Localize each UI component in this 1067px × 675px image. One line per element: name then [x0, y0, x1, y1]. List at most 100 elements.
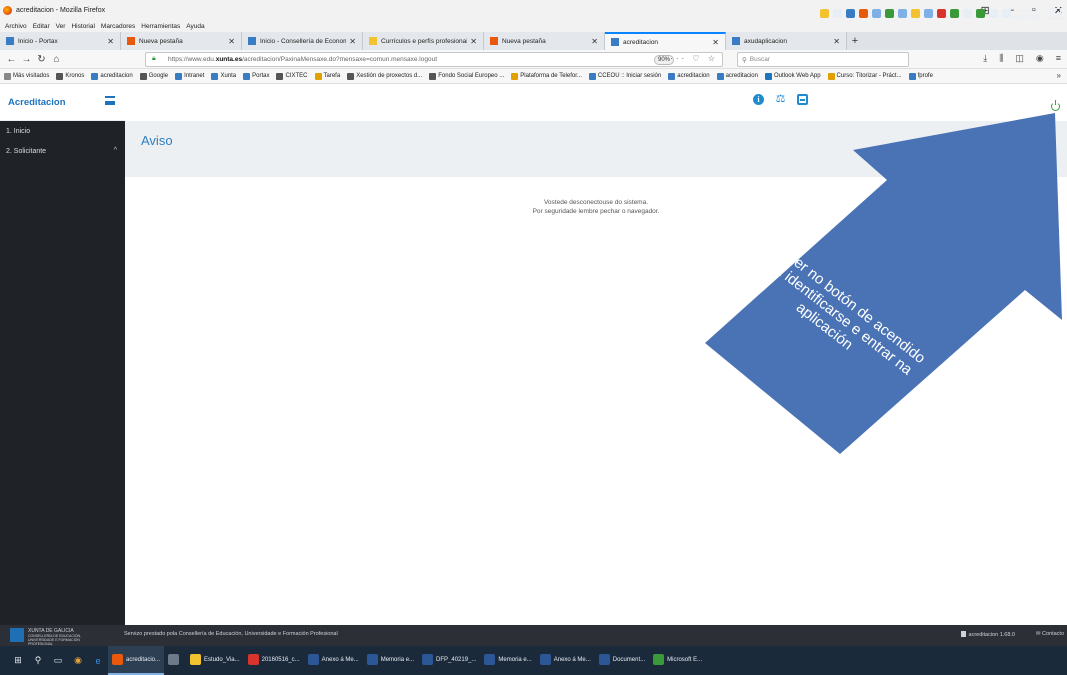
bookmark-item[interactable]: Curso: Titorizar - Práct...	[827, 72, 902, 80]
bookmark-item[interactable]: Google	[139, 72, 168, 80]
taskbar-app[interactable]: Estudo_Via...	[186, 646, 244, 675]
hamburger-menu-icon[interactable]	[105, 96, 115, 105]
windows-start-icon[interactable]: ⊞	[8, 646, 28, 675]
tab-axudaplicacion[interactable]: axudaplicacion ✕	[726, 32, 847, 50]
tray-icon[interactable]	[833, 9, 842, 18]
inbox-icon[interactable]	[797, 94, 808, 105]
taskbar-app[interactable]: Microsoft E...	[649, 646, 706, 675]
tab-close-icon[interactable]: ✕	[228, 37, 235, 46]
tray-icon[interactable]	[963, 9, 972, 18]
menu-icon[interactable]: ≡	[1056, 53, 1061, 64]
menu-herramientas[interactable]: Herramientas	[141, 23, 180, 30]
tab-nueva-pestana[interactable]: Nueva pestaña ✕	[121, 32, 242, 50]
edge-icon[interactable]: e	[88, 646, 108, 675]
bookmark-item[interactable]: Intranet	[175, 72, 204, 80]
menu-historial[interactable]: Historial	[71, 23, 94, 30]
menu-ver[interactable]: Ver	[56, 23, 66, 30]
tray-icon[interactable]	[885, 9, 894, 18]
tab-close-icon[interactable]: ✕	[833, 37, 840, 46]
info-icon[interactable]: i	[753, 94, 764, 105]
tray-icon[interactable]	[820, 9, 829, 18]
tray-icon[interactable]	[989, 9, 998, 18]
tab-close-icon[interactable]: ✕	[591, 37, 598, 46]
taskbar-app[interactable]: Memoria e...	[480, 646, 535, 675]
sidebar-icon[interactable]: ◫	[1015, 53, 1024, 64]
tab-close-icon[interactable]: ✕	[470, 37, 477, 46]
tab-favicon	[248, 37, 256, 45]
task-view-icon[interactable]: ▭	[48, 646, 68, 675]
tray-icon[interactable]	[859, 9, 868, 18]
taskbar-app-label: Memoria e...	[380, 656, 415, 663]
taskbar-app[interactable]: Document...	[595, 646, 649, 675]
reload-icon[interactable]: ↻	[34, 54, 49, 65]
bookmark-item[interactable]: Plataforma de Telefor...	[511, 72, 582, 80]
tray-icon[interactable]	[846, 9, 855, 18]
tray-icon[interactable]	[872, 9, 881, 18]
taskbar-app[interactable]: Anexo á Me...	[304, 646, 363, 675]
tray-icon[interactable]	[924, 9, 933, 18]
back-icon[interactable]: ←	[4, 54, 19, 65]
taskbar-app[interactable]: Anexo á Me...	[536, 646, 595, 675]
page-actions-icon[interactable]: ··· ♡ ☆	[670, 54, 718, 63]
extension-icon[interactable]: ◉	[1036, 53, 1044, 64]
menu-editar[interactable]: Editar	[33, 23, 50, 30]
tab-acreditacion[interactable]: acreditacion ✕	[605, 32, 726, 50]
tray-icon[interactable]	[898, 9, 907, 18]
bookmark-item[interactable]: Kronos	[56, 72, 84, 80]
bookmark-item[interactable]: Fondo Social Europeo ...	[429, 72, 504, 80]
tab-curriculos[interactable]: Currículos e perfís profesionais ✕	[363, 32, 484, 50]
tab-conselleria[interactable]: Inicio - Consellería de Econom ✕	[242, 32, 363, 50]
bookmark-item[interactable]: Tarefa	[314, 72, 340, 80]
menu-ayuda[interactable]: Ayuda	[186, 23, 204, 30]
bookmark-item[interactable]: acreditacion	[668, 72, 710, 80]
forward-icon[interactable]: →	[19, 54, 34, 65]
taskbar-app[interactable]: Memoria e...	[363, 646, 418, 675]
chrome-icon[interactable]: ◉	[68, 646, 88, 675]
url-bar[interactable]: 🔒︎ https://www.edu.xunta.es/acreditacion…	[145, 52, 723, 67]
bookmark-item[interactable]: Más visitados	[4, 72, 49, 80]
tray-icon[interactable]	[937, 9, 946, 18]
tab-nueva-pestana-2[interactable]: Nueva pestaña ✕	[484, 32, 605, 50]
taskbar-app[interactable]: acreditacio...	[108, 646, 165, 675]
app-brand[interactable]: Acreditacion	[8, 97, 66, 108]
sidebar-item-solicitante[interactable]: 2. Solicitante ^	[0, 141, 125, 161]
tab-favicon	[127, 37, 135, 45]
bookmark-label: fprofe	[917, 73, 933, 79]
bookmark-item[interactable]: fprofe	[908, 72, 933, 80]
menu-archivo[interactable]: Archivo	[5, 23, 27, 30]
clock[interactable]: 12:21 04/11/2019	[1010, 6, 1040, 22]
taskbar-app[interactable]: DFP_40219_...	[418, 646, 480, 675]
library-icon[interactable]: ⫼	[999, 53, 1003, 64]
tab-bar: Inicio - Portax ✕ Nueva pestaña ✕ Inicio…	[0, 32, 1067, 50]
contact-link[interactable]: ✉ Contacto	[1036, 631, 1064, 637]
bookmark-item[interactable]: acreditacion	[716, 72, 758, 80]
tray-icon[interactable]	[911, 9, 920, 18]
notification-center-icon[interactable]	[1050, 8, 1061, 19]
bookmark-item[interactable]: Xestión de proxectos d...	[347, 72, 422, 80]
home-icon[interactable]: ⌂	[49, 54, 64, 65]
power-icon[interactable]	[1051, 100, 1060, 111]
bookmark-item[interactable]: CIXTEC	[276, 72, 308, 80]
tab-close-icon[interactable]: ✕	[349, 37, 356, 46]
menu-marcadores[interactable]: Marcadores	[101, 23, 135, 30]
bookmark-item[interactable]: Xunta	[211, 72, 236, 80]
tray-icon[interactable]	[950, 9, 959, 18]
taskbar-app[interactable]	[164, 646, 186, 675]
bookmark-item[interactable]: Portax	[243, 72, 269, 80]
tab-close-icon[interactable]: ✕	[107, 37, 114, 46]
bookmark-item[interactable]: acreditacion	[91, 72, 133, 80]
search-bar[interactable]: ⚲ Buscar	[737, 52, 909, 67]
tray-icon[interactable]	[976, 9, 985, 18]
scale-icon[interactable]: ⚖	[775, 94, 786, 105]
search-icon[interactable]: ⚲	[28, 646, 48, 675]
sidebar-item-inicio[interactable]: 1. Inicio	[0, 121, 125, 141]
download-icon[interactable]: ⤓	[983, 53, 987, 64]
new-tab-button[interactable]: +	[847, 32, 863, 50]
bookmarks-overflow-icon[interactable]: »	[1057, 71, 1061, 80]
bookmark-item[interactable]: Outlook Web App	[764, 72, 821, 80]
tab-inicio-portax[interactable]: Inicio - Portax ✕	[0, 32, 121, 50]
page-header: Aviso	[125, 121, 1067, 177]
taskbar-app[interactable]: 20160516_c...	[244, 646, 304, 675]
tab-close-icon[interactable]: ✕	[712, 38, 719, 47]
bookmark-item[interactable]: CCEOU :: Iniciar sesión	[588, 72, 661, 80]
